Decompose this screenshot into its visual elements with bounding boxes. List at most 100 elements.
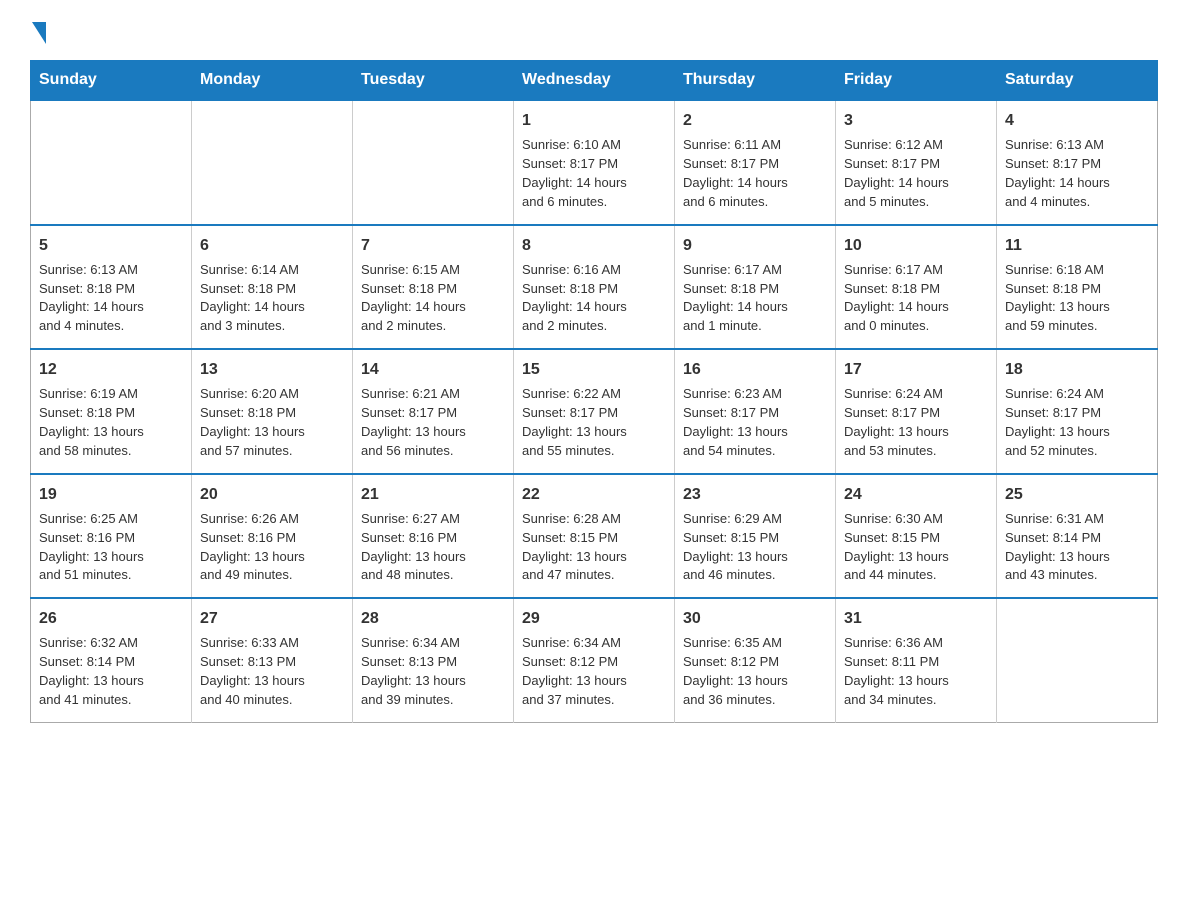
day-info: Sunrise: 6:17 AMSunset: 8:18 PMDaylight:… [844, 261, 988, 336]
calendar-week-row: 12 Sunrise: 6:19 AMSunset: 8:18 PMDayligh… [31, 349, 1158, 474]
day-number: 26 [39, 607, 183, 630]
calendar-table: SundayMondayTuesdayWednesdayThursdayFrid… [30, 60, 1158, 723]
day-number: 18 [1005, 358, 1149, 381]
day-number: 2 [683, 109, 827, 132]
day-number: 27 [200, 607, 344, 630]
weekday-header-tuesday: Tuesday [353, 61, 514, 101]
day-number: 11 [1005, 234, 1149, 257]
day-number: 31 [844, 607, 988, 630]
day-info: Sunrise: 6:19 AMSunset: 8:18 PMDaylight:… [39, 385, 183, 460]
day-number: 3 [844, 109, 988, 132]
calendar-cell: 27 Sunrise: 6:33 AMSunset: 8:13 PMDayligh… [192, 598, 353, 722]
calendar-cell: 2 Sunrise: 6:11 AMSunset: 8:17 PMDaylight… [675, 100, 836, 225]
calendar-cell: 3 Sunrise: 6:12 AMSunset: 8:17 PMDaylight… [836, 100, 997, 225]
calendar-cell: 16 Sunrise: 6:23 AMSunset: 8:17 PMDayligh… [675, 349, 836, 474]
calendar-week-row: 19 Sunrise: 6:25 AMSunset: 8:16 PMDayligh… [31, 474, 1158, 599]
calendar-cell: 17 Sunrise: 6:24 AMSunset: 8:17 PMDayligh… [836, 349, 997, 474]
calendar-cell [31, 100, 192, 225]
day-number: 16 [683, 358, 827, 381]
calendar-week-row: 5 Sunrise: 6:13 AMSunset: 8:18 PMDaylight… [31, 225, 1158, 350]
day-info: Sunrise: 6:27 AMSunset: 8:16 PMDaylight:… [361, 510, 505, 585]
weekday-header-monday: Monday [192, 61, 353, 101]
day-info: Sunrise: 6:17 AMSunset: 8:18 PMDaylight:… [683, 261, 827, 336]
calendar-cell: 12 Sunrise: 6:19 AMSunset: 8:18 PMDayligh… [31, 349, 192, 474]
calendar-cell: 23 Sunrise: 6:29 AMSunset: 8:15 PMDayligh… [675, 474, 836, 599]
day-number: 4 [1005, 109, 1149, 132]
day-info: Sunrise: 6:36 AMSunset: 8:11 PMDaylight:… [844, 634, 988, 709]
calendar-cell: 20 Sunrise: 6:26 AMSunset: 8:16 PMDayligh… [192, 474, 353, 599]
day-info: Sunrise: 6:26 AMSunset: 8:16 PMDaylight:… [200, 510, 344, 585]
day-info: Sunrise: 6:35 AMSunset: 8:12 PMDaylight:… [683, 634, 827, 709]
day-info: Sunrise: 6:28 AMSunset: 8:15 PMDaylight:… [522, 510, 666, 585]
day-info: Sunrise: 6:29 AMSunset: 8:15 PMDaylight:… [683, 510, 827, 585]
day-number: 13 [200, 358, 344, 381]
calendar-cell: 25 Sunrise: 6:31 AMSunset: 8:14 PMDayligh… [997, 474, 1158, 599]
day-number: 21 [361, 483, 505, 506]
calendar-cell: 10Sunrise: 6:17 AMSunset: 8:18 PMDayligh… [836, 225, 997, 350]
calendar-week-row: 26Sunrise: 6:32 AMSunset: 8:14 PMDayligh… [31, 598, 1158, 722]
day-number: 5 [39, 234, 183, 257]
day-info: Sunrise: 6:12 AMSunset: 8:17 PMDaylight:… [844, 136, 988, 211]
calendar-cell: 5 Sunrise: 6:13 AMSunset: 8:18 PMDaylight… [31, 225, 192, 350]
calendar-week-row: 1Sunrise: 6:10 AMSunset: 8:17 PMDaylight… [31, 100, 1158, 225]
day-info: Sunrise: 6:24 AMSunset: 8:17 PMDaylight:… [844, 385, 988, 460]
day-info: Sunrise: 6:22 AMSunset: 8:17 PMDaylight:… [522, 385, 666, 460]
day-number: 15 [522, 358, 666, 381]
day-info: Sunrise: 6:15 AMSunset: 8:18 PMDaylight:… [361, 261, 505, 336]
day-number: 20 [200, 483, 344, 506]
calendar-cell: 31 Sunrise: 6:36 AMSunset: 8:11 PMDayligh… [836, 598, 997, 722]
day-number: 8 [522, 234, 666, 257]
day-info: Sunrise: 6:20 AMSunset: 8:18 PMDaylight:… [200, 385, 344, 460]
calendar-cell: 13 Sunrise: 6:20 AMSunset: 8:18 PMDayligh… [192, 349, 353, 474]
day-number: 19 [39, 483, 183, 506]
day-info: Sunrise: 6:33 AMSunset: 8:13 PMDaylight:… [200, 634, 344, 709]
weekday-header-saturday: Saturday [997, 61, 1158, 101]
calendar-cell: 7 Sunrise: 6:15 AMSunset: 8:18 PMDaylight… [353, 225, 514, 350]
calendar-cell: 6Sunrise: 6:14 AMSunset: 8:18 PMDaylight… [192, 225, 353, 350]
day-number: 28 [361, 607, 505, 630]
calendar-cell: 21 Sunrise: 6:27 AMSunset: 8:16 PMDayligh… [353, 474, 514, 599]
day-number: 14 [361, 358, 505, 381]
calendar-cell: 14Sunrise: 6:21 AMSunset: 8:17 PMDayligh… [353, 349, 514, 474]
day-info: Sunrise: 6:18 AMSunset: 8:18 PMDaylight:… [1005, 261, 1149, 336]
day-number: 23 [683, 483, 827, 506]
day-info: Sunrise: 6:13 AMSunset: 8:18 PMDaylight:… [39, 261, 183, 336]
day-info: Sunrise: 6:23 AMSunset: 8:17 PMDaylight:… [683, 385, 827, 460]
day-number: 17 [844, 358, 988, 381]
calendar-cell: 29 Sunrise: 6:34 AMSunset: 8:12 PMDayligh… [514, 598, 675, 722]
calendar-cell [192, 100, 353, 225]
weekday-header-friday: Friday [836, 61, 997, 101]
calendar-cell [997, 598, 1158, 722]
day-info: Sunrise: 6:16 AMSunset: 8:18 PMDaylight:… [522, 261, 666, 336]
day-number: 9 [683, 234, 827, 257]
calendar-cell: 11 Sunrise: 6:18 AMSunset: 8:18 PMDayligh… [997, 225, 1158, 350]
weekday-header-row: SundayMondayTuesdayWednesdayThursdayFrid… [31, 61, 1158, 101]
calendar-cell: 18Sunrise: 6:24 AMSunset: 8:17 PMDayligh… [997, 349, 1158, 474]
calendar-cell [353, 100, 514, 225]
day-info: Sunrise: 6:13 AMSunset: 8:17 PMDaylight:… [1005, 136, 1149, 211]
calendar-cell: 28Sunrise: 6:34 AMSunset: 8:13 PMDayligh… [353, 598, 514, 722]
day-info: Sunrise: 6:25 AMSunset: 8:16 PMDaylight:… [39, 510, 183, 585]
weekday-header-sunday: Sunday [31, 61, 192, 101]
calendar-cell: 4 Sunrise: 6:13 AMSunset: 8:17 PMDaylight… [997, 100, 1158, 225]
day-number: 29 [522, 607, 666, 630]
calendar-cell: 26Sunrise: 6:32 AMSunset: 8:14 PMDayligh… [31, 598, 192, 722]
day-info: Sunrise: 6:30 AMSunset: 8:15 PMDaylight:… [844, 510, 988, 585]
calendar-cell: 1Sunrise: 6:10 AMSunset: 8:17 PMDaylight… [514, 100, 675, 225]
day-number: 12 [39, 358, 183, 381]
day-number: 24 [844, 483, 988, 506]
day-info: Sunrise: 6:34 AMSunset: 8:12 PMDaylight:… [522, 634, 666, 709]
weekday-header-thursday: Thursday [675, 61, 836, 101]
page-header [30, 20, 1158, 40]
weekday-header-wednesday: Wednesday [514, 61, 675, 101]
day-number: 7 [361, 234, 505, 257]
day-info: Sunrise: 6:14 AMSunset: 8:18 PMDaylight:… [200, 261, 344, 336]
calendar-cell: 30 Sunrise: 6:35 AMSunset: 8:12 PMDayligh… [675, 598, 836, 722]
logo-triangle-icon [32, 22, 46, 44]
day-number: 30 [683, 607, 827, 630]
day-info: Sunrise: 6:31 AMSunset: 8:14 PMDaylight:… [1005, 510, 1149, 585]
day-info: Sunrise: 6:11 AMSunset: 8:17 PMDaylight:… [683, 136, 827, 211]
day-number: 25 [1005, 483, 1149, 506]
calendar-cell: 24 Sunrise: 6:30 AMSunset: 8:15 PMDayligh… [836, 474, 997, 599]
day-number: 1 [522, 109, 666, 132]
